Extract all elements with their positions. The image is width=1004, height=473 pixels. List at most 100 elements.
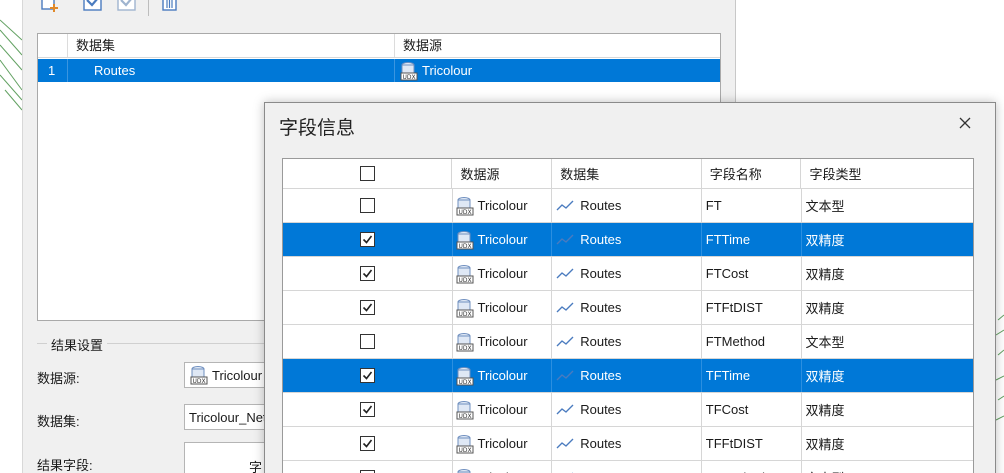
table-row[interactable]: UDX Tricolour Routes FTTime 双精度	[283, 223, 973, 257]
datasource-text: Tricolour	[477, 232, 528, 247]
line-dataset-icon	[556, 200, 574, 210]
line-dataset-icon	[556, 370, 574, 380]
svg-text:UDX: UDX	[458, 413, 471, 420]
table-row[interactable]: UDX Tricolour Routes FTFtDIST 双精度	[283, 291, 973, 325]
row-checkbox[interactable]	[359, 198, 375, 213]
dataset-table-header: 数据集 数据源	[38, 34, 720, 58]
datasource-column-header: 数据源	[403, 38, 443, 53]
udx-datasource-icon: UDX	[190, 366, 208, 385]
close-icon	[959, 117, 971, 129]
result-field-button-label: 字	[249, 460, 263, 473]
invert-select-button[interactable]	[114, 0, 140, 18]
index-header	[38, 34, 68, 57]
dataset-text: Routes	[580, 198, 622, 213]
dataset-column-header: 数据集	[68, 34, 395, 57]
udx-datasource-icon: UDX	[456, 230, 473, 250]
udx-datasource-icon: UDX	[456, 400, 473, 420]
dataset-label: 数据集:	[37, 414, 80, 429]
svg-text:UDX: UDX	[458, 447, 471, 454]
row-checkbox[interactable]	[359, 402, 375, 417]
datasource-label: 数据源:	[37, 371, 80, 386]
row-checkbox[interactable]	[359, 368, 375, 383]
dataset-text: Routes	[580, 368, 622, 383]
checkbox-cell	[283, 461, 453, 473]
udx-datasource-icon: UDX	[456, 366, 473, 386]
result-settings-title: 结果设置	[47, 335, 108, 354]
svg-text:UDX: UDX	[458, 243, 471, 250]
svg-text:UDX: UDX	[192, 378, 205, 385]
row-checkbox[interactable]	[359, 266, 375, 281]
datasource-header: 数据源	[452, 159, 553, 188]
check-all-icon	[83, 0, 102, 11]
checkbox-cell	[283, 189, 453, 222]
line-dataset-icon	[556, 234, 574, 244]
table-row[interactable]: UDX Tricolour Routes FTCost 双精度	[283, 257, 973, 291]
datasource-text: Tricolour	[477, 334, 528, 349]
checkbox-cell	[283, 359, 453, 392]
row-checkbox[interactable]	[359, 300, 375, 315]
datasource-text: Tricolour	[477, 300, 528, 315]
field-type-cell: 文本型	[805, 199, 845, 214]
dataset-text: Routes	[580, 402, 622, 417]
field-grid[interactable]: 数据源 数据集 字段名称 字段类型 UDX Tricolour Routes FT 文本…	[282, 158, 974, 473]
checkmark-icon	[362, 303, 372, 312]
dataset-input-value: Tricolour_Net	[189, 409, 267, 425]
table-row[interactable]: UDX Tricolour Routes FTMethod 文本型	[283, 325, 973, 359]
dataset-cell: Routes	[552, 291, 702, 324]
datasource-cell: UDX Tricolour	[453, 359, 553, 392]
svg-text:UDX: UDX	[458, 277, 471, 284]
select-all-button[interactable]	[80, 0, 106, 18]
field-name-cell: FT	[702, 189, 802, 222]
datasource-cell: UDX Tricolour	[453, 223, 553, 256]
row-checkbox[interactable]	[359, 232, 375, 247]
table-row[interactable]: UDX Tricolour Routes TFFtDIST 双精度	[283, 427, 973, 461]
checkbox-cell	[283, 223, 453, 256]
table-row[interactable]: UDX Tricolour Routes TFCost 双精度	[283, 393, 973, 427]
line-dataset-icon	[556, 438, 574, 448]
checkbox-cell	[283, 393, 453, 426]
row-checkbox[interactable]	[359, 436, 375, 451]
table-row[interactable]: 1 Routes UDX Tricolour	[38, 59, 720, 82]
datasource-cell: UDX Tricolour	[453, 427, 553, 460]
field-info-dialog: 字段信息 数据源 数据集 字段名称 字段类型 UDX Tricolour Route…	[264, 102, 996, 473]
svg-text:UDX: UDX	[402, 74, 415, 81]
close-button[interactable]	[957, 115, 973, 131]
table-row[interactable]: UDX Tricolour Routes FT 文本型	[283, 189, 973, 223]
dataset-text: Routes	[580, 436, 622, 451]
checkmark-icon	[362, 235, 372, 244]
line-dataset-icon	[556, 404, 574, 414]
select-all-header-cell	[283, 159, 453, 188]
svg-text:UDX: UDX	[458, 311, 471, 318]
add-dataset-button[interactable]	[37, 0, 63, 18]
field-name-cell: TFCost	[702, 393, 802, 426]
field-type-cell: 双精度	[805, 233, 845, 248]
select-all-checkbox[interactable]	[359, 166, 375, 181]
row-checkbox[interactable]	[359, 334, 375, 349]
field-type-cell: 双精度	[805, 403, 845, 418]
line-dataset-icon	[556, 336, 574, 346]
field-type-cell: 双精度	[805, 437, 845, 452]
checkmark-icon	[362, 371, 372, 380]
datasource-text: Tricolour	[477, 266, 528, 281]
checkbox-cell	[283, 325, 453, 358]
field-name-cell: FTMethod	[702, 325, 802, 358]
udx-datasource-icon: UDX	[400, 61, 418, 81]
field-type-cell: 双精度	[805, 267, 845, 282]
dataset-cell: Routes	[552, 223, 702, 256]
delete-button[interactable]	[156, 0, 182, 18]
checkmark-icon	[362, 269, 372, 278]
dataset-text: Routes	[580, 300, 622, 315]
row-index: 1	[38, 59, 68, 82]
checkbox-cell	[283, 291, 453, 324]
dataset-cell: Routes	[552, 427, 702, 460]
table-row[interactable]: UDX Tricolour Routes TFTime 双精度	[283, 359, 973, 393]
field-grid-body: UDX Tricolour Routes FT 文本型 UDX Tricolour Route…	[283, 189, 973, 473]
dialog-title: 字段信息	[279, 118, 356, 139]
udx-datasource-icon: UDX	[457, 468, 470, 473]
datasource-cell: UDX Tricolour	[453, 189, 553, 222]
line-dataset-icon	[556, 302, 574, 312]
dataset-header: 数据集	[552, 159, 702, 188]
field-type-cell: 文本型	[805, 335, 845, 350]
table-row[interactable]: UDXTricolourRoutesTFMethod文本型	[283, 461, 973, 473]
svg-text:UDX: UDX	[458, 379, 471, 386]
